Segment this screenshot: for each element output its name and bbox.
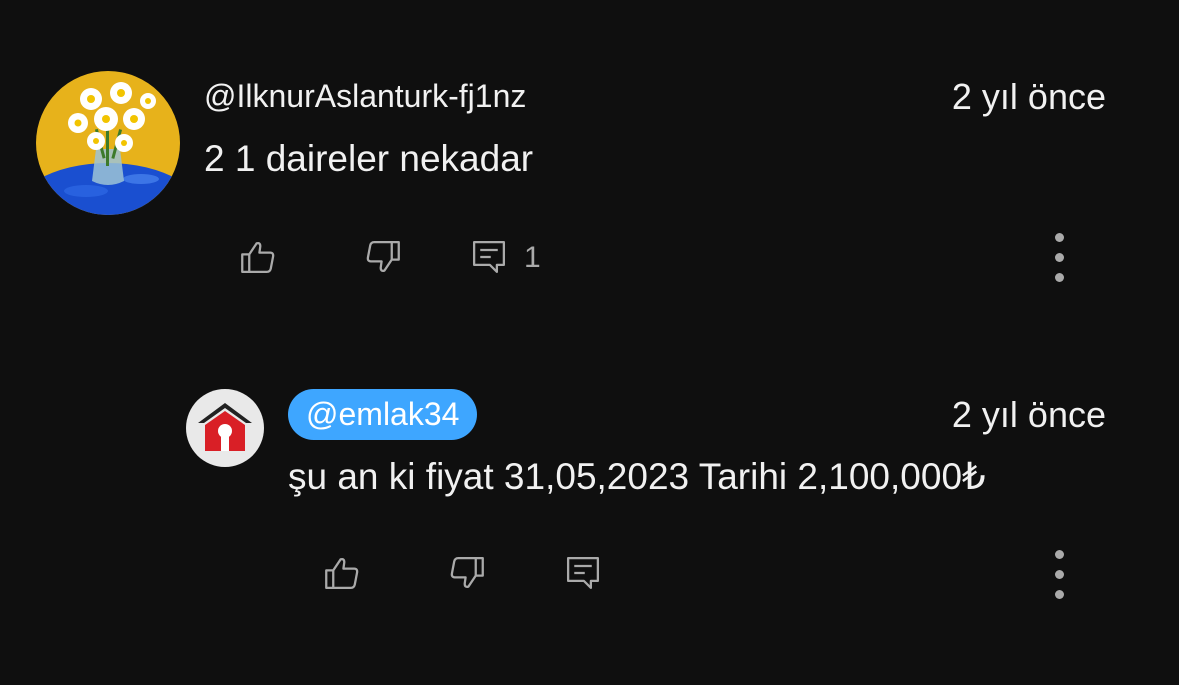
thumbs-down-icon bbox=[450, 556, 484, 588]
avatar[interactable] bbox=[36, 71, 180, 215]
comment-timestamp[interactable]: 2 yıl önce bbox=[952, 79, 1106, 115]
more-vertical-icon[interactable] bbox=[1049, 233, 1069, 283]
thumbs-up-icon bbox=[241, 242, 275, 274]
dislike-button[interactable] bbox=[362, 236, 404, 278]
comment-text: şu an ki fiyat 31,05,2023 Tarihi 2,100,0… bbox=[288, 456, 986, 497]
thumbs-down-icon bbox=[366, 240, 400, 272]
comment-reply-icon bbox=[472, 240, 506, 274]
comment-reply-icon bbox=[566, 556, 600, 590]
comment-text: 2 1 daireler nekadar bbox=[204, 138, 534, 179]
house-logo-avatar bbox=[186, 389, 264, 467]
reply-count[interactable]: 1 bbox=[524, 243, 541, 273]
more-vertical-icon[interactable] bbox=[1049, 550, 1069, 600]
comment-author-highlighted[interactable]: @emlak34 bbox=[288, 389, 478, 440]
reply-button[interactable] bbox=[562, 552, 604, 594]
like-button[interactable] bbox=[237, 236, 279, 278]
daisy-vase-painting-avatar bbox=[36, 71, 180, 215]
dislike-button[interactable] bbox=[446, 552, 488, 594]
comment-author[interactable]: @IlknurAslanturk-fj1nz bbox=[204, 80, 526, 112]
avatar[interactable] bbox=[186, 389, 264, 467]
comment-timestamp[interactable]: 2 yıl önce bbox=[952, 397, 1106, 433]
thumbs-up-icon bbox=[325, 558, 359, 590]
reply-button[interactable] bbox=[468, 236, 510, 278]
like-button[interactable] bbox=[321, 552, 363, 594]
